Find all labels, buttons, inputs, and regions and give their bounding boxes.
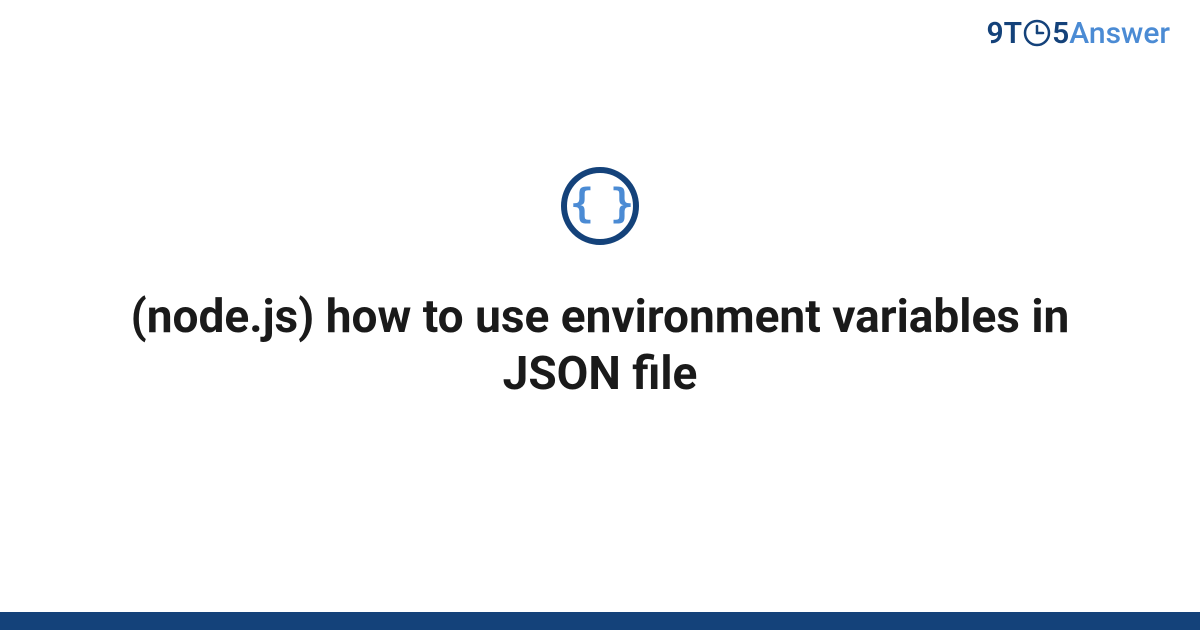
footer-accent-bar	[0, 612, 1200, 630]
page-title: (node.js) how to use environment variabl…	[120, 289, 1080, 404]
main-content: { } (node.js) how to use environment var…	[0, 0, 1200, 630]
json-braces-icon: { }	[570, 184, 630, 224]
topic-icon-badge: { }	[561, 167, 639, 245]
